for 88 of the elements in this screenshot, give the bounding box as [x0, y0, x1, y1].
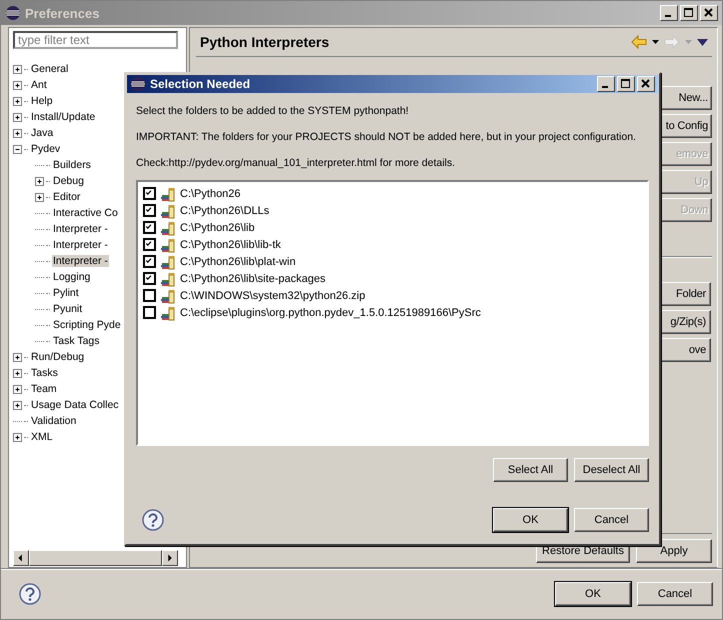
tree-item[interactable]: Usage Data Collec — [30, 399, 120, 411]
folder-path: C:\Python26 — [180, 188, 241, 200]
books-icon — [160, 304, 176, 320]
menu-icon[interactable] — [697, 38, 708, 46]
tree-item[interactable]: Validation — [30, 415, 78, 427]
tree-item[interactable]: Ant — [30, 79, 48, 91]
cancel-button[interactable]: Cancel — [637, 582, 713, 606]
tree-item[interactable]: Install/Update — [30, 111, 96, 123]
tree-item[interactable]: Editor — [52, 191, 82, 203]
expand-icon[interactable] — [13, 112, 22, 122]
tree-item[interactable]: Team — [30, 383, 58, 395]
deselect-all-button[interactable]: Deselect All — [574, 458, 649, 482]
tree-item[interactable]: Interpreter - — [52, 255, 109, 267]
folder-path: C:\Python26\lib — [180, 222, 255, 234]
maximize-icon[interactable] — [617, 76, 635, 92]
tree-item[interactable]: Interpreter - — [52, 239, 109, 251]
checkbox[interactable] — [143, 289, 156, 302]
tree-item[interactable]: Logging — [52, 271, 92, 283]
message-text: IMPORTANT: The folders for your PROJECTS should NOT be added here, but in your project configuration. — [136, 130, 636, 145]
tree-item[interactable]: Run/Debug — [30, 351, 86, 363]
books-icon — [160, 186, 176, 202]
expand-icon[interactable] — [13, 432, 22, 442]
tree-item[interactable]: Task Tags — [52, 335, 100, 347]
expand-icon[interactable] — [13, 128, 22, 138]
tree-item[interactable]: Debug — [52, 175, 85, 187]
books-icon — [160, 236, 176, 252]
folder-path: C:\Python26\lib\site-packages — [180, 272, 326, 284]
books-icon — [160, 270, 176, 286]
dialog-title: Selection Needed — [150, 77, 252, 91]
cancel-button[interactable]: Cancel — [574, 508, 649, 532]
eclipse-icon — [130, 76, 146, 92]
tree-item[interactable]: General — [30, 63, 70, 75]
folder-path: C:\eclipse\plugins\org.python.pydev_1.5.0.1251989166\PySrc — [180, 306, 481, 318]
folder-path: C:\Python26\DLLs — [180, 204, 270, 216]
tree-item[interactable]: Java — [30, 127, 54, 139]
eclipse-icon — [5, 5, 21, 21]
tree-item[interactable]: Pydev — [30, 143, 62, 155]
help-icon[interactable] — [142, 509, 164, 531]
tree-item[interactable]: Interactive Co — [52, 207, 119, 219]
checkbox[interactable] — [143, 187, 156, 200]
message-text: Select the folders to be added to the SYSTEM pythonpath! — [136, 104, 409, 119]
folder-path: C:\Python26\lib\plat-win — [180, 256, 296, 268]
select-all-button[interactable]: Select All — [493, 458, 568, 482]
filter-field[interactable]: type filter text — [13, 31, 178, 49]
expand-icon[interactable] — [13, 64, 22, 74]
tree-item[interactable]: Scripting Pyde — [52, 319, 122, 331]
books-icon — [160, 288, 176, 304]
tree-item[interactable]: Help — [30, 95, 54, 107]
tree-item[interactable]: Builders — [52, 159, 92, 171]
ok-button[interactable]: OK — [493, 508, 568, 532]
close-icon[interactable] — [637, 76, 655, 92]
folder-path: C:\Python26\lib\lib-tk — [180, 238, 281, 250]
dropdown-icon[interactable] — [652, 40, 659, 44]
expand-icon[interactable] — [35, 176, 44, 186]
maximize-icon[interactable] — [680, 5, 698, 21]
page-title: Python Interpreters — [199, 34, 330, 50]
expand-icon[interactable] — [13, 80, 22, 90]
expand-icon[interactable] — [35, 192, 44, 202]
expand-icon[interactable] — [13, 400, 22, 410]
scrollbar-thumb[interactable] — [29, 550, 162, 566]
tree-item[interactable]: Interpreter - — [52, 223, 109, 235]
checkbox[interactable] — [143, 272, 156, 285]
ok-button[interactable]: OK — [555, 582, 631, 606]
collapse-icon[interactable] — [13, 144, 22, 154]
message-text: Check:http://pydev.org/manual_101_interpreter.html for more details. — [136, 156, 456, 171]
books-icon — [160, 202, 176, 218]
scrollbar-track[interactable] — [13, 550, 178, 566]
expand-icon[interactable] — [13, 384, 22, 394]
minimize-icon[interactable] — [660, 5, 678, 21]
minimize-icon[interactable] — [597, 76, 615, 92]
help-icon[interactable] — [19, 583, 41, 605]
tree-item[interactable]: Tasks — [30, 367, 59, 379]
checkbox[interactable] — [143, 255, 156, 268]
tree-item[interactable]: Pyunit — [52, 303, 84, 315]
expand-icon[interactable] — [13, 96, 22, 106]
books-icon — [160, 220, 176, 236]
tree-item[interactable]: Pylint — [52, 287, 80, 299]
tree-item[interactable]: XML — [30, 431, 54, 443]
checkbox[interactable] — [143, 306, 156, 319]
checkbox[interactable] — [143, 238, 156, 251]
folder-path: C:\WINDOWS\system32\python26.zip — [180, 290, 366, 302]
checkbox[interactable] — [143, 204, 156, 217]
books-icon — [160, 254, 176, 270]
window-title: Preferences — [25, 6, 100, 20]
expand-icon[interactable] — [13, 352, 22, 362]
checkbox[interactable] — [143, 221, 156, 234]
close-icon[interactable] — [700, 5, 718, 21]
expand-icon[interactable] — [13, 368, 22, 378]
